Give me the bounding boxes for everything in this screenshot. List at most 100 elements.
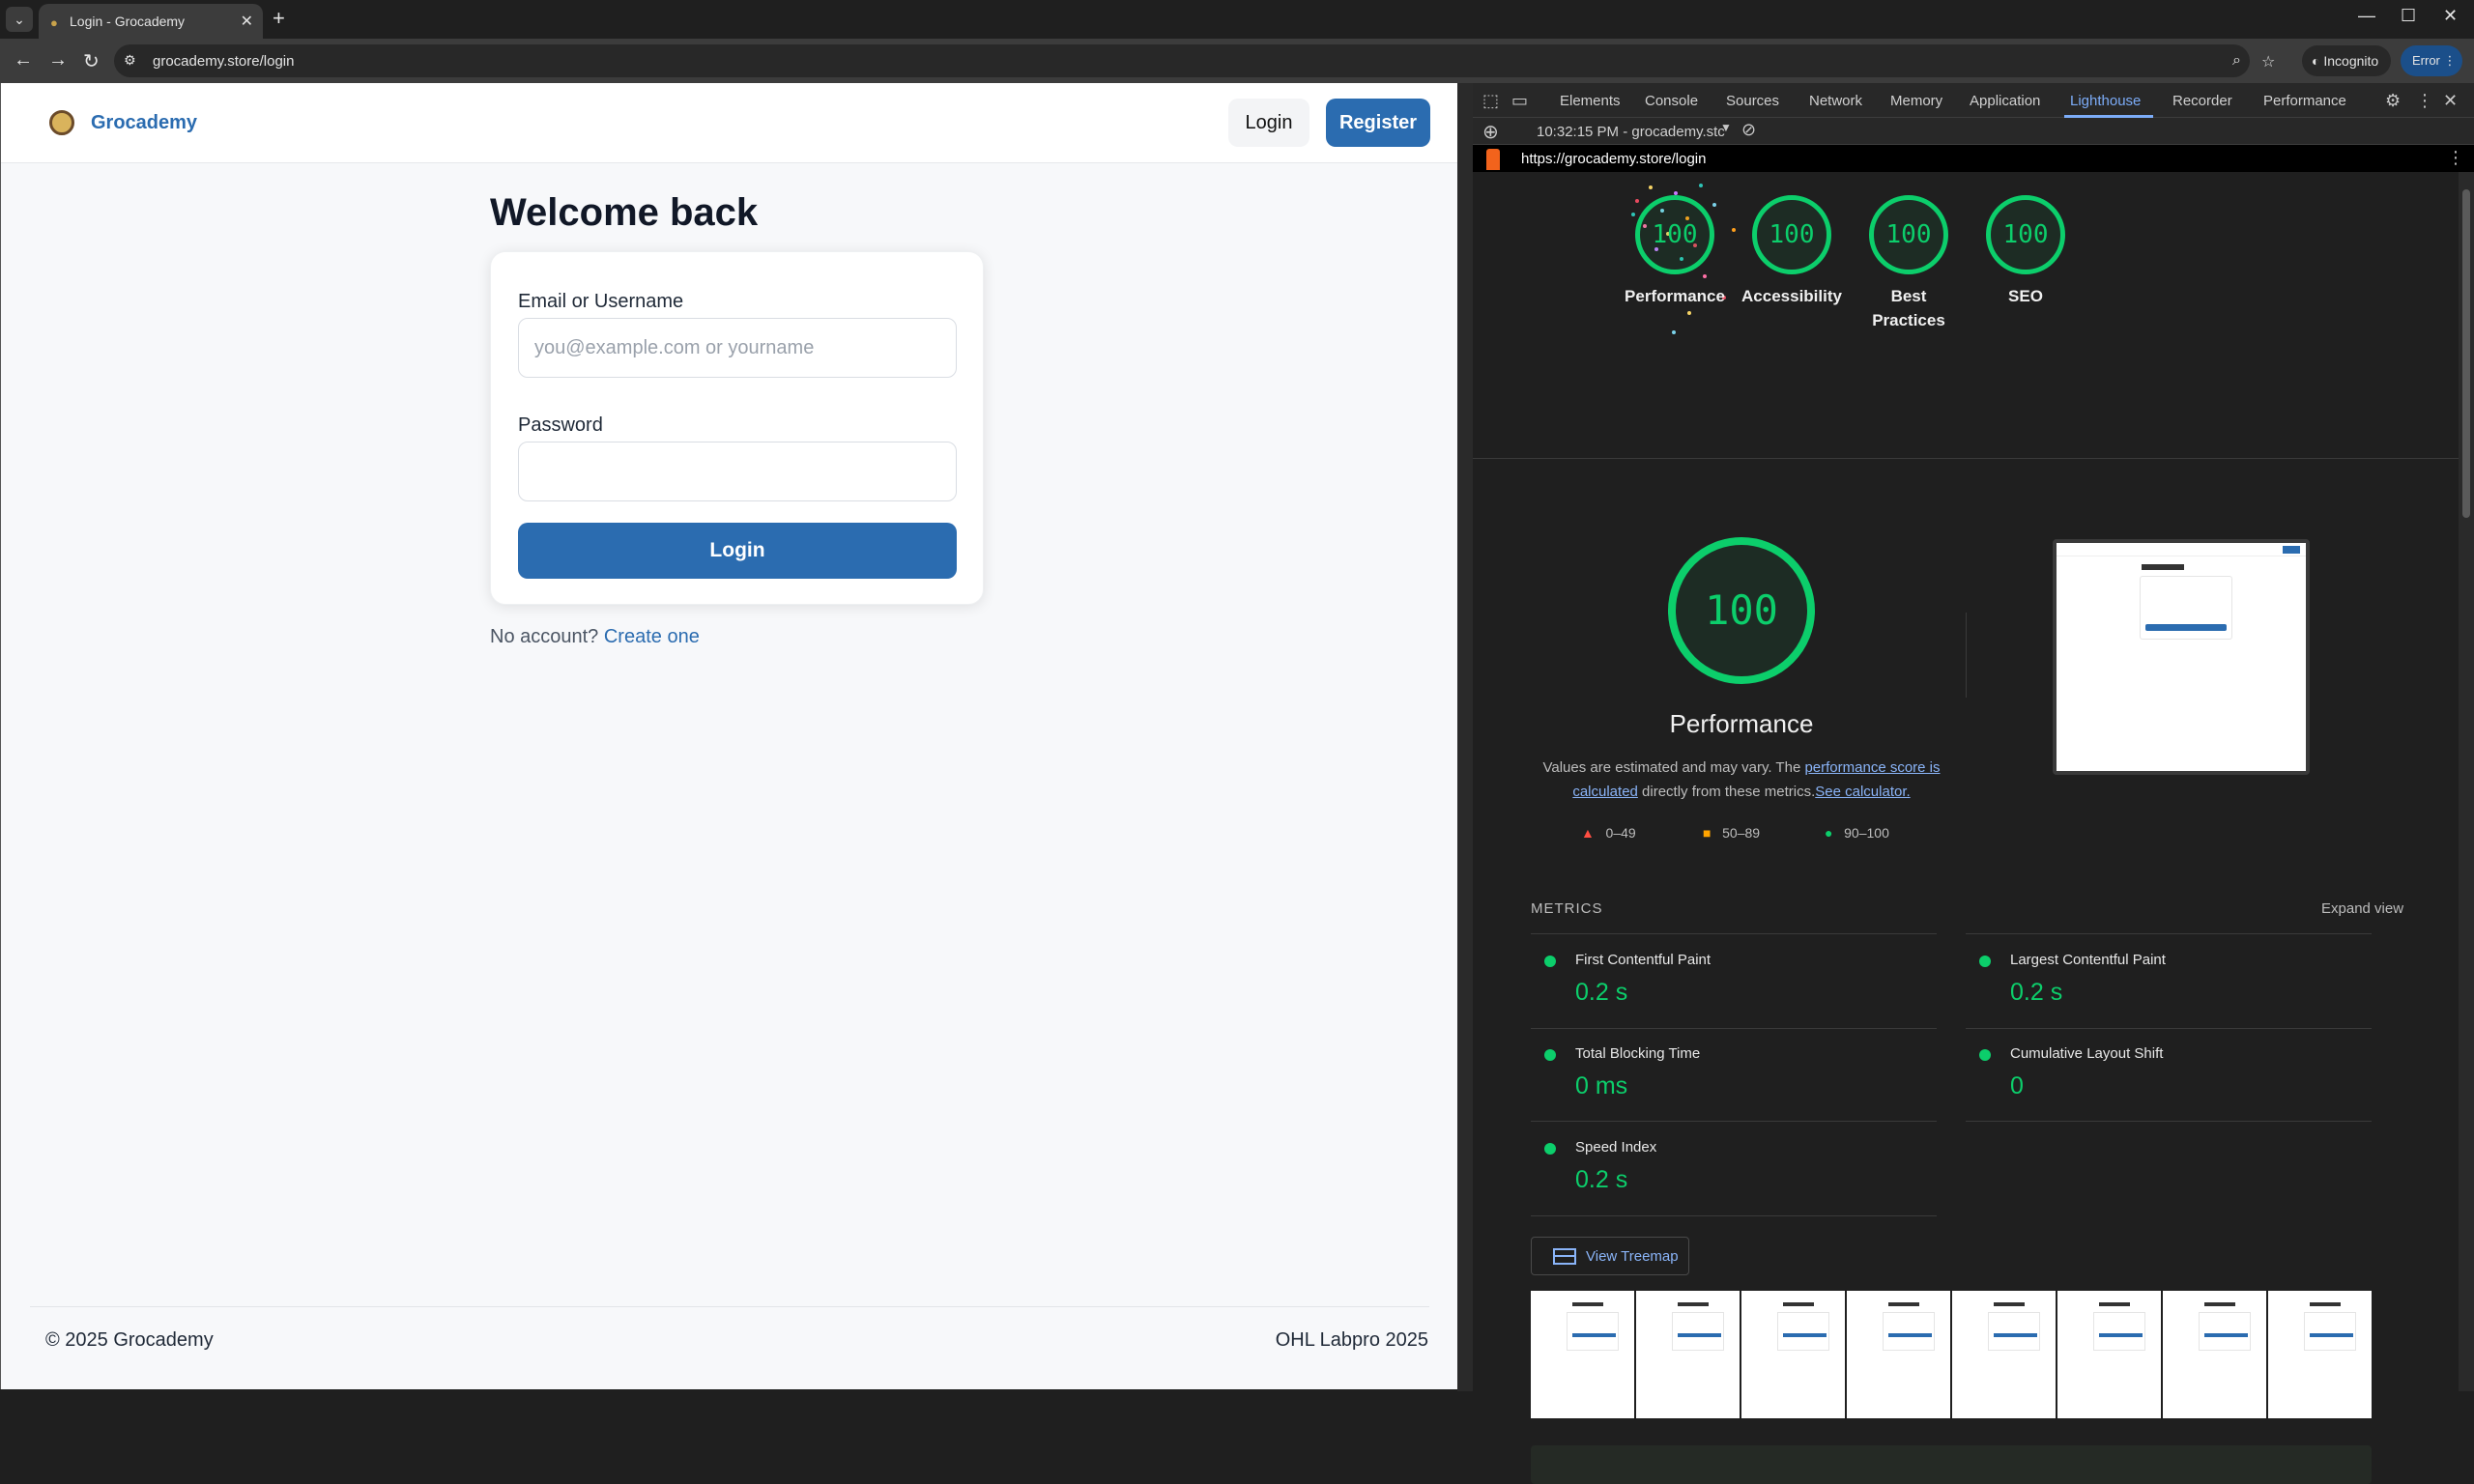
report-menu-icon[interactable]: ⋮: [2447, 148, 2464, 168]
reload-icon[interactable]: ↻: [83, 49, 100, 73]
profile-error-button[interactable]: Error ⋮: [2401, 45, 2462, 76]
tab-application[interactable]: Application: [1970, 93, 2040, 109]
login-submit-button[interactable]: Login: [518, 523, 957, 579]
zoom-icon[interactable]: ⌕: [2232, 52, 2241, 70]
back-icon[interactable]: ←: [14, 49, 33, 71]
device-toolbar-icon[interactable]: ▭: [1511, 91, 1528, 111]
accessibility-score-gauge[interactable]: 100: [1752, 195, 1831, 274]
lighthouse-url-bar: https://grocademy.store/login ⋮: [1473, 145, 2474, 172]
minimize-icon[interactable]: —: [2358, 6, 2375, 26]
browser-tab[interactable]: ● Login - Grocademy ✕: [39, 4, 263, 39]
report-dropdown-icon[interactable]: ▼: [1720, 121, 1732, 134]
brand-name[interactable]: Grocademy: [91, 112, 197, 134]
metric-total-blocking-time: Total Blocking Time 0 ms: [1531, 1028, 1937, 1122]
browser-tab-strip: ⌄ ● Login - Grocademy ✕ + — ☐ ✕: [0, 0, 2474, 39]
address-bar[interactable]: ⚙ grocademy.store/login ⌕ ☆: [114, 44, 2275, 77]
tab-lighthouse[interactable]: Lighthouse: [2070, 93, 2141, 109]
page-title: Welcome back: [490, 191, 759, 234]
inspect-element-icon[interactable]: ⬚: [1482, 91, 1499, 111]
metric-cumulative-layout-shift: Cumulative Layout Shift 0: [1966, 1028, 2372, 1122]
tab-recorder[interactable]: Recorder: [2172, 93, 2232, 109]
metric-speed-index: Speed Index 0.2 s: [1531, 1122, 1937, 1215]
lighthouse-scrollbar[interactable]: [2459, 172, 2474, 1391]
clear-reports-icon[interactable]: ⊘: [1741, 120, 1756, 140]
seo-score-label: SEO: [2008, 287, 2043, 305]
filmstrip-frame: [1636, 1291, 1740, 1418]
pass-circle-icon: [1544, 1143, 1556, 1155]
legend-fail: ▲ 0–49: [1581, 825, 1636, 841]
devtools-tab-bar: ⬚ ▭ Elements Console Sources Network Mem…: [1473, 83, 2474, 118]
metric-largest-contentful-paint: Largest Contentful Paint 0.2 s: [1966, 934, 2372, 1028]
metrics-heading: METRICS: [1531, 900, 1603, 917]
legend-average: ■ 50–89: [1703, 825, 1760, 841]
scrollbar-thumb[interactable]: [2462, 189, 2470, 518]
perf-desc-text-1: Values are estimated and may vary. The: [1542, 759, 1805, 776]
final-screenshot-thumbnail[interactable]: [2053, 539, 2310, 775]
expand-view-toggle[interactable]: Expand view: [2321, 900, 2403, 917]
new-report-icon[interactable]: ⊕: [1482, 120, 1499, 144]
email-input[interactable]: [518, 318, 957, 378]
no-account-label: No account?: [490, 626, 599, 647]
filmstrip-frame: [1952, 1291, 2056, 1418]
metrics-divider: [1966, 1121, 2372, 1122]
incognito-badge[interactable]: ◐ Incognito: [2302, 45, 2391, 76]
window-close-icon[interactable]: ✕: [2443, 6, 2458, 26]
kebab-menu-icon: ⋮: [2443, 53, 2457, 68]
maximize-icon[interactable]: ☐: [2401, 6, 2416, 26]
forward-icon[interactable]: →: [48, 49, 68, 71]
performance-score-label: Performance: [1625, 287, 1725, 305]
performance-section-title: Performance: [1669, 709, 1814, 738]
legend-pass: ● 90–100: [1825, 825, 1889, 841]
devtools-menu-icon[interactable]: ⋮: [2416, 91, 2433, 111]
lighthouse-report: 100 Performance 100 Accessibility 100 Be…: [1473, 172, 2459, 1484]
tab-memory[interactable]: Memory: [1890, 93, 1942, 109]
metric-name: Speed Index: [1575, 1139, 1657, 1156]
error-label: Error: [2412, 53, 2440, 68]
legend-average-range: 50–89: [1722, 825, 1761, 841]
filmstrip-frame: [1847, 1291, 1950, 1418]
section-divider: [1966, 613, 1967, 698]
see-calculator-link[interactable]: See calculator.: [1815, 784, 1910, 800]
report-selector[interactable]: 10:32:15 PM - grocademy.stc: [1537, 124, 1725, 140]
report-next-section: [1531, 1445, 2372, 1484]
bookmark-star-icon[interactable]: ☆: [2261, 52, 2275, 71]
tab-network[interactable]: Network: [1809, 93, 1862, 109]
header-login-button[interactable]: Login: [1228, 99, 1309, 147]
performance-score-gauge[interactable]: 100: [1635, 195, 1714, 274]
seo-score-gauge[interactable]: 100: [1986, 195, 2065, 274]
legend-fail-range: 0–49: [1605, 825, 1636, 841]
site-info-icon[interactable]: ⚙: [124, 52, 136, 69]
password-input[interactable]: [518, 442, 957, 501]
url-text[interactable]: grocademy.store/login: [153, 53, 294, 70]
filmstrip: [1531, 1291, 2372, 1418]
header-register-button[interactable]: Register: [1326, 99, 1430, 147]
tab-performance[interactable]: Performance: [2263, 93, 2346, 109]
metric-value: 0 ms: [1575, 1072, 1628, 1099]
tab-sources[interactable]: Sources: [1726, 93, 1779, 109]
devtools-panel: ⬚ ▭ Elements Console Sources Network Mem…: [1457, 83, 2474, 1484]
page-scrollbar[interactable]: [1457, 83, 1473, 1391]
devtools-close-icon[interactable]: ✕: [2443, 91, 2458, 111]
tab-search-dropdown-icon[interactable]: ⌄: [6, 7, 33, 32]
metric-value: 0.2 s: [1575, 979, 1628, 1006]
performance-main-gauge: 100: [1668, 537, 1815, 684]
new-tab-icon[interactable]: +: [273, 6, 285, 31]
tab-elements[interactable]: Elements: [1560, 93, 1621, 109]
login-card: Email or Username Password Login: [490, 251, 984, 605]
footer-credit: OHL Labpro 2025: [1275, 1329, 1428, 1351]
pass-circle-icon: ●: [1825, 825, 1833, 841]
tab-close-icon[interactable]: ✕: [241, 12, 253, 31]
view-treemap-button[interactable]: View Treemap: [1531, 1237, 1689, 1275]
settings-gear-icon[interactable]: ⚙: [2385, 91, 2401, 111]
tab-console[interactable]: Console: [1645, 93, 1698, 109]
best-practices-score-gauge[interactable]: 100: [1869, 195, 1948, 274]
filmstrip-frame: [2268, 1291, 2372, 1418]
grocademy-logo-icon[interactable]: [49, 110, 74, 135]
create-account-link[interactable]: Create one: [604, 626, 700, 647]
pass-circle-icon: [1979, 1049, 1991, 1061]
password-label: Password: [518, 414, 603, 436]
browser-toolbar: ← → ↻ ⚙ grocademy.store/login ⌕ ☆ ◐ Inco…: [0, 39, 2474, 83]
incognito-label: Incognito: [2323, 53, 2379, 69]
report-url[interactable]: https://grocademy.store/login: [1521, 151, 1706, 167]
metrics-divider: [1531, 1215, 1937, 1216]
